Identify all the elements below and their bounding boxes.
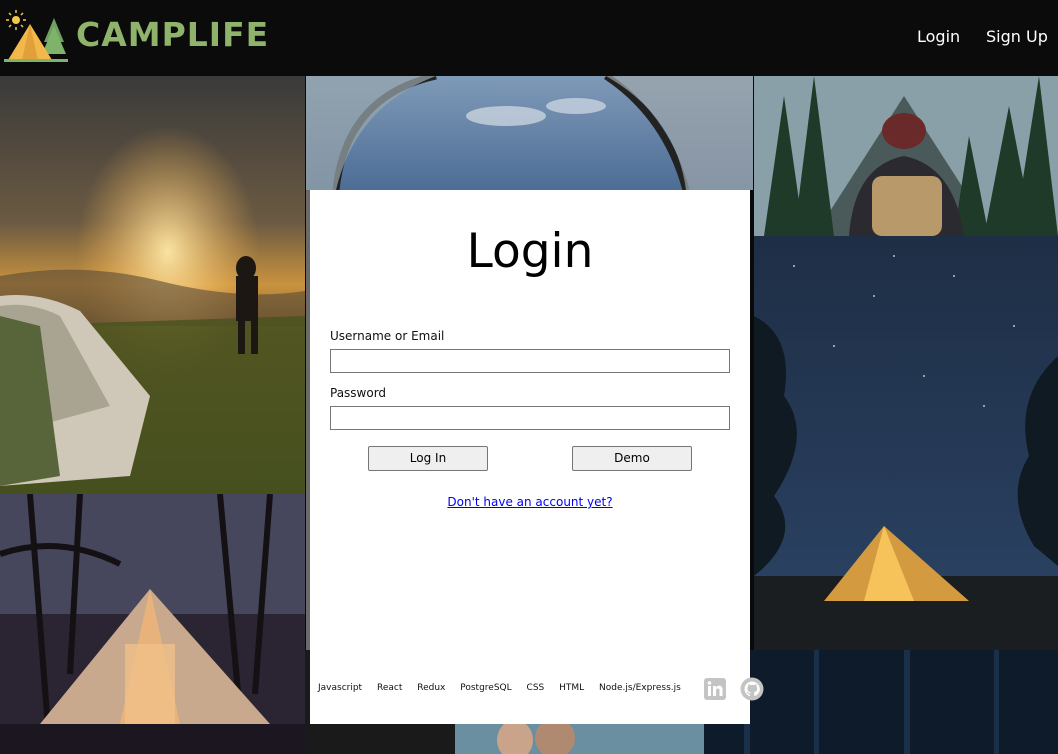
site-header: CAMPLIFE Login Sign Up	[0, 0, 1058, 76]
background-photo-tent-sky	[306, 76, 753, 190]
tech-item: Javascript	[318, 683, 363, 693]
github-icon[interactable]	[740, 677, 764, 701]
background-photo-backpacker	[754, 76, 1058, 236]
tech-item: Node.js/Express.js	[599, 683, 681, 693]
tech-stack-list: Javascript React Redux PostgreSQL CSS HT…	[318, 683, 693, 693]
signup-link[interactable]: Don't have an account yet?	[310, 495, 750, 509]
login-panel: Login Username or Email Password Log In …	[310, 190, 764, 724]
login-title: Login	[466, 224, 594, 279]
username-label: Username or Email	[330, 329, 445, 343]
camplife-logo-icon[interactable]	[4, 8, 70, 64]
nav-signup-link[interactable]: Sign Up	[986, 27, 1048, 46]
background-photo-night-tent	[754, 236, 1058, 650]
tech-item: PostgreSQL	[460, 683, 512, 693]
password-input[interactable]	[330, 406, 730, 430]
background-photo-sunset-hiker	[0, 76, 305, 494]
username-input[interactable]	[330, 349, 730, 373]
tech-item: React	[376, 683, 403, 693]
brand-name[interactable]: CAMPLIFE	[76, 15, 269, 54]
password-label: Password	[330, 386, 387, 400]
tech-item: Redux	[417, 683, 446, 693]
demo-button[interactable]: Demo	[572, 446, 692, 471]
login-button[interactable]: Log In	[368, 446, 488, 471]
background-photo-glowing-tent	[0, 494, 305, 754]
tech-item: HTML	[559, 683, 585, 693]
tech-item: CSS	[526, 683, 545, 693]
nav-login-link[interactable]: Login	[917, 27, 960, 46]
background-photo-forest-night	[704, 650, 1058, 754]
linkedin-icon[interactable]	[703, 677, 727, 701]
